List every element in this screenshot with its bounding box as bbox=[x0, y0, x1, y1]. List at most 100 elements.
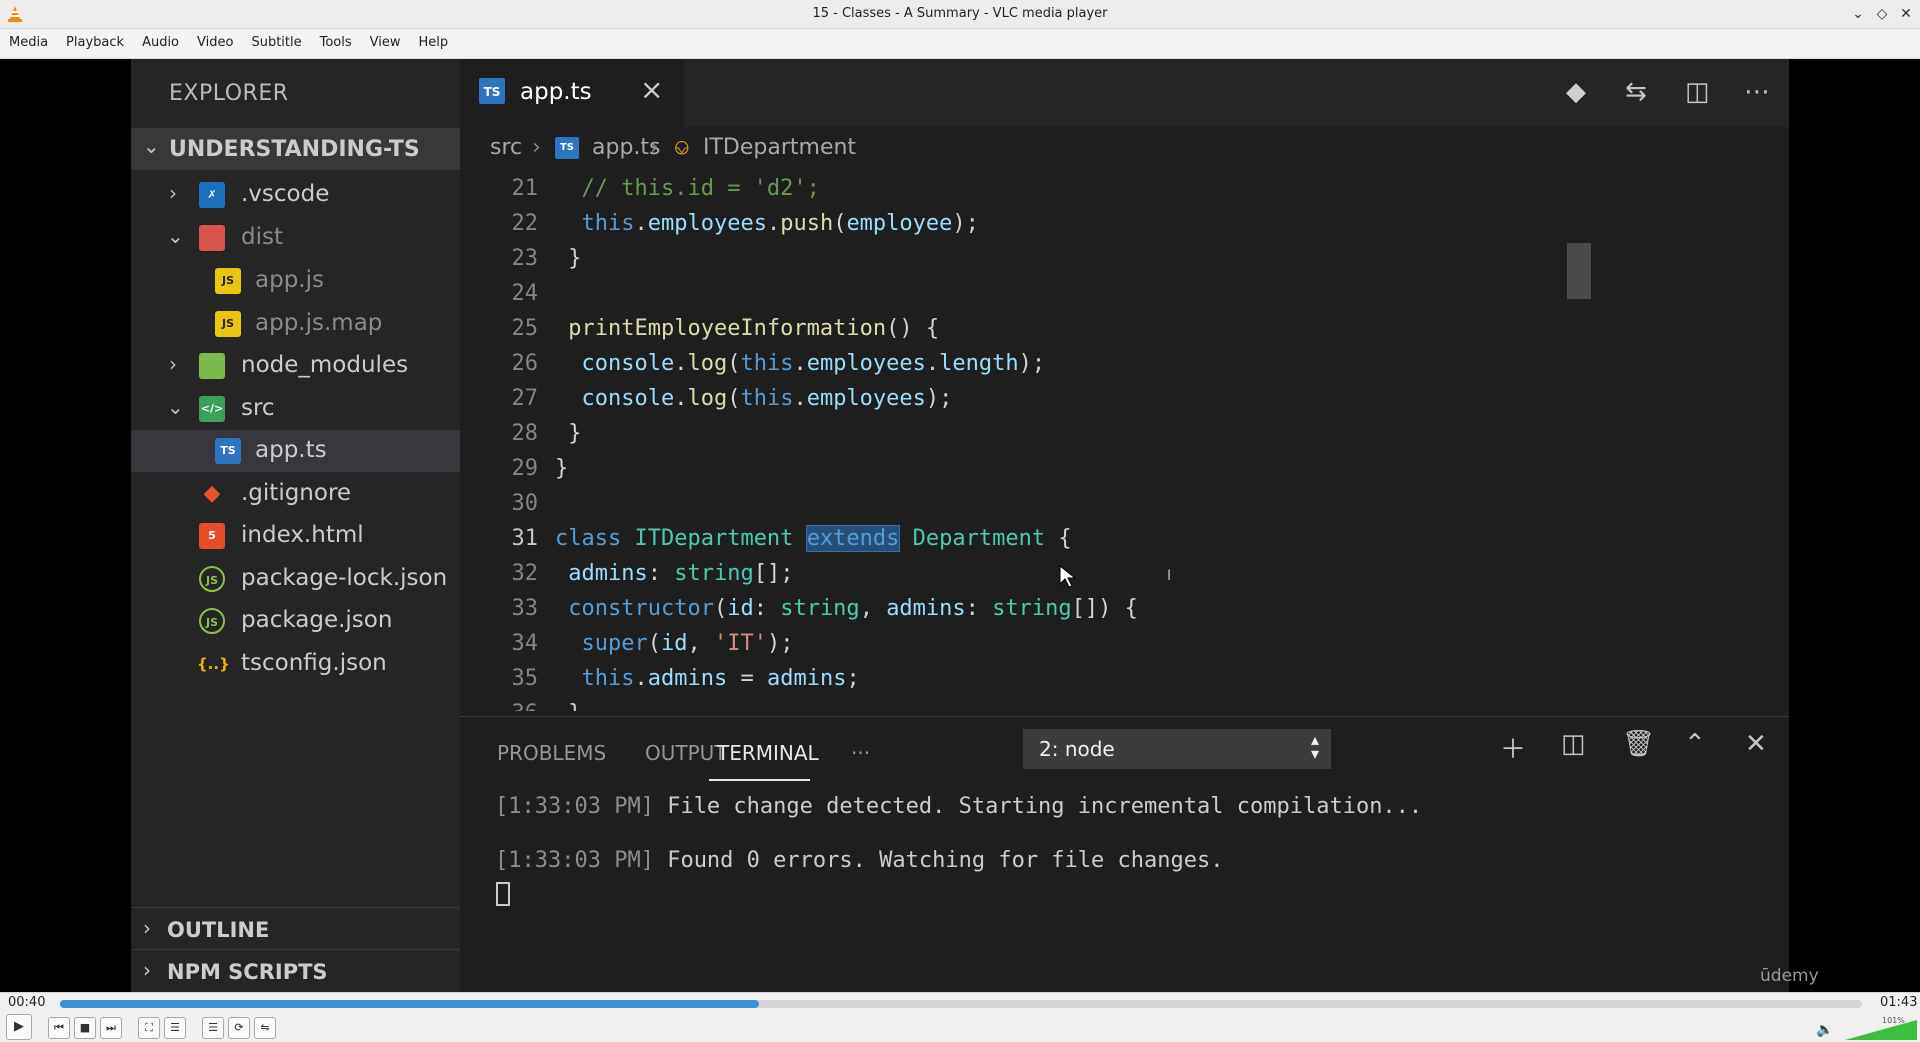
tree-item-app-js-map: JS app.js.map bbox=[131, 303, 460, 345]
maximize-panel-icon: ⌃ bbox=[1684, 729, 1706, 759]
tree-item-dist: ⌄ dist bbox=[131, 217, 460, 259]
outline-section: › OUTLINE bbox=[131, 907, 460, 949]
html5-icon: 5 bbox=[199, 523, 225, 549]
src-folder-icon: </> bbox=[199, 396, 225, 422]
chevron-right-icon: › bbox=[143, 958, 151, 982]
line-number: 33 bbox=[511, 596, 539, 621]
code-line: 36 } bbox=[460, 696, 1710, 711]
node-folder-icon bbox=[199, 353, 225, 379]
total-time: 01:43 bbox=[1880, 995, 1918, 1010]
video-area[interactable]: EXPLORER ⌄ UNDERSTANDING-TS › ✗ .vscode … bbox=[0, 59, 1920, 992]
tree-item-index-html: 5 index.html bbox=[131, 515, 460, 557]
new-terminal-icon: ＋ bbox=[1500, 735, 1527, 765]
speaker-icon[interactable]: 🔈 bbox=[1816, 1022, 1833, 1038]
code-line: 30 bbox=[460, 486, 1710, 521]
elapsed-time: 00:40 bbox=[8, 995, 46, 1010]
next-button[interactable]: ⏭ bbox=[100, 1017, 122, 1039]
class-symbol-icon: ⎉ bbox=[673, 135, 691, 160]
line-number: 28 bbox=[511, 421, 539, 446]
loop-button[interactable]: ⟳ bbox=[228, 1017, 250, 1039]
project-name: UNDERSTANDING-TS bbox=[169, 137, 420, 162]
playlist-button[interactable]: ☰ bbox=[202, 1017, 224, 1039]
close-tab-icon: × bbox=[640, 73, 664, 106]
menu-subtitle[interactable]: Subtitle bbox=[242, 29, 310, 56]
js-file-icon: JS bbox=[215, 311, 241, 337]
editor-tab-bar: TS app.ts × ◆ ⇆ ◫ ⋯ bbox=[460, 59, 1789, 127]
line-number: 32 bbox=[511, 561, 539, 586]
fullscreen-button[interactable]: ⛶ bbox=[138, 1017, 160, 1039]
code-line: 25 printEmployeeInformation() { bbox=[460, 311, 1710, 346]
bottom-panel: PROBLEMS OUTPUT TERMINAL ··· 2: node ▴ ▾ … bbox=[460, 716, 1819, 992]
code-line: 32 admins: string[]; bbox=[460, 556, 1710, 591]
ts-file-icon: TS bbox=[215, 438, 241, 464]
explorer-sidebar: EXPLORER ⌄ UNDERSTANDING-TS › ✗ .vscode … bbox=[131, 59, 460, 992]
menu-help[interactable]: Help bbox=[410, 29, 458, 56]
npm-scripts-section: › NPM SCRIPTS bbox=[131, 949, 460, 991]
tree-label: node_modules bbox=[241, 352, 409, 378]
tree-item-package-json: JS package.json bbox=[131, 600, 460, 642]
chevron-right-icon: › bbox=[650, 135, 659, 160]
tree-item-vscode: › ✗ .vscode bbox=[131, 174, 460, 216]
code-line: 33 constructor(id: string, admins: strin… bbox=[460, 591, 1710, 626]
shuffle-button[interactable]: ⇋ bbox=[254, 1017, 276, 1039]
tree-item-gitignore: ◆ .gitignore bbox=[131, 473, 460, 515]
volume-slider[interactable] bbox=[1845, 1020, 1917, 1040]
maximize-icon[interactable]: ◇ bbox=[1872, 4, 1892, 24]
volume-percent: 101% bbox=[1882, 1016, 1905, 1025]
menu-audio[interactable]: Audio bbox=[133, 29, 188, 56]
seek-progress bbox=[60, 1000, 760, 1008]
terminal-select: 2: node ▴ ▾ bbox=[1023, 729, 1331, 769]
chevron-down-icon: ⌄ bbox=[143, 134, 160, 158]
seek-bar[interactable] bbox=[60, 1000, 1862, 1008]
video-frame: EXPLORER ⌄ UNDERSTANDING-TS › ✗ .vscode … bbox=[131, 59, 1819, 992]
menu-video[interactable]: Video bbox=[188, 29, 242, 56]
code-text: console.log(this.employees); bbox=[581, 386, 953, 411]
ts-file-icon: TS bbox=[479, 78, 505, 104]
code-text: } bbox=[555, 246, 582, 271]
tree-label: package-lock.json bbox=[241, 565, 448, 591]
code-line: 34 super(id, 'IT'); bbox=[460, 626, 1710, 661]
npm-scripts-title: NPM SCRIPTS bbox=[167, 960, 328, 984]
line-number: 27 bbox=[511, 386, 539, 411]
line-number: 34 bbox=[511, 631, 539, 656]
code-line: 23 } bbox=[460, 241, 1710, 276]
terminal-text: File change detected. Starting increment… bbox=[653, 794, 1423, 819]
close-window-icon[interactable]: ✕ bbox=[1896, 4, 1916, 24]
tree-label: app.js.map bbox=[255, 310, 383, 336]
minimize-icon[interactable]: ⌄ bbox=[1848, 4, 1868, 24]
previous-button[interactable]: ⏮ bbox=[48, 1017, 70, 1039]
ts-file-icon: TS bbox=[555, 137, 579, 159]
player-controls: 00:40 01:43 ▶ ⏮ ■ ⏭ ⛶ ☰ ☰ ⟳ ⇋ 🔈 101% bbox=[0, 992, 1920, 1042]
code-line: 22 this.employees.push(employee); bbox=[460, 206, 1710, 241]
terminal-line: [1:33:03 PM] File change detected. Start… bbox=[495, 794, 1422, 819]
play-button[interactable]: ▶ bbox=[6, 1014, 32, 1040]
menu-playback[interactable]: Playback bbox=[57, 29, 133, 56]
terminal-line: [1:33:03 PM] Found 0 errors. Watching fo… bbox=[495, 848, 1224, 873]
line-number: 26 bbox=[511, 351, 539, 376]
select-arrows-icon: ▴ ▾ bbox=[1310, 730, 1319, 763]
stop-button[interactable]: ■ bbox=[74, 1017, 96, 1039]
menu-view[interactable]: View bbox=[361, 29, 410, 56]
line-number: 25 bbox=[511, 316, 539, 341]
code-line: 26 console.log(this.employees.length); bbox=[460, 346, 1710, 381]
line-number: 30 bbox=[511, 491, 539, 516]
chevron-down-icon: ⌄ bbox=[167, 395, 184, 419]
terminal-select-value: 2: node bbox=[1039, 737, 1115, 761]
code-line: 31 class ITDepartment extends Department … bbox=[460, 521, 1710, 556]
extended-settings-button[interactable]: ☰ bbox=[164, 1017, 186, 1039]
tree-item-tsconfig: {..} tsconfig.json bbox=[131, 643, 460, 685]
code-text: super(id, 'IT'); bbox=[581, 631, 794, 656]
menu-tools[interactable]: Tools bbox=[311, 29, 361, 56]
folder-open-icon bbox=[199, 225, 225, 251]
window-title: 15 - Classes - A Summary - VLC media pla… bbox=[812, 6, 1108, 21]
tab-problems: PROBLEMS bbox=[497, 741, 607, 765]
git-icon: ◆ bbox=[203, 481, 221, 506]
text-cursor-icon: I bbox=[1167, 568, 1172, 584]
tree-item-app-ts: TS app.ts bbox=[131, 430, 460, 472]
code-text: this.employees.push(employee); bbox=[581, 211, 979, 236]
outline-title: OUTLINE bbox=[167, 918, 270, 942]
terminal-cursor bbox=[496, 882, 510, 906]
tab-app-ts: TS app.ts × bbox=[460, 59, 684, 127]
menu-media[interactable]: Media bbox=[0, 29, 57, 56]
code-text: } bbox=[555, 456, 569, 481]
